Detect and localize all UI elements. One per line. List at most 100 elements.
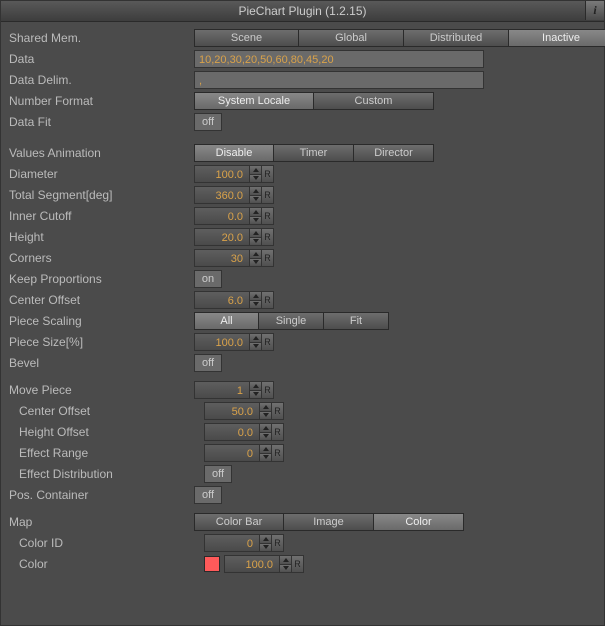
piece-scaling-single[interactable]: Single — [259, 312, 324, 330]
shared-mem-distributed[interactable]: Distributed — [404, 29, 509, 47]
mp-effect-range-input[interactable]: 0 — [204, 444, 260, 462]
mp-height-offset-reset[interactable]: R — [272, 423, 284, 441]
map-color[interactable]: Color — [374, 513, 464, 531]
data-fit-label: Data Fit — [9, 115, 194, 129]
up-arrow-icon[interactable] — [250, 382, 261, 391]
data-input[interactable]: 10,20,30,20,50,60,80,45,20 — [194, 50, 484, 68]
up-arrow-icon[interactable] — [250, 292, 261, 301]
bevel-toggle[interactable]: off — [194, 354, 222, 372]
up-arrow-icon[interactable] — [250, 334, 261, 343]
down-arrow-icon[interactable] — [250, 343, 261, 351]
inner-cutoff-spinner[interactable] — [250, 207, 262, 225]
number-format-label: Number Format — [9, 94, 194, 108]
diameter-spinner[interactable] — [250, 165, 262, 183]
corners-spinner[interactable] — [250, 249, 262, 267]
down-arrow-icon[interactable] — [250, 175, 261, 183]
up-arrow-icon[interactable] — [260, 403, 271, 412]
down-arrow-icon[interactable] — [260, 433, 271, 441]
corners-input[interactable]: 30 — [194, 249, 250, 267]
height-label: Height — [9, 230, 194, 244]
piece-size-input[interactable]: 100.0 — [194, 333, 250, 351]
center-offset-input[interactable]: 6.0 — [194, 291, 250, 309]
color-id-input[interactable]: 0 — [204, 534, 260, 552]
mp-center-offset-input[interactable]: 50.0 — [204, 402, 260, 420]
down-arrow-icon[interactable] — [260, 544, 271, 552]
number-format-system[interactable]: System Locale — [194, 92, 314, 110]
move-piece-spinner[interactable] — [250, 381, 262, 399]
inner-cutoff-reset[interactable]: R — [262, 207, 274, 225]
shared-mem-global[interactable]: Global — [299, 29, 404, 47]
up-arrow-icon[interactable] — [250, 229, 261, 238]
diameter-reset[interactable]: R — [262, 165, 274, 183]
mp-center-offset-label: Center Offset — [9, 404, 204, 418]
map-colorbar[interactable]: Color Bar — [194, 513, 284, 531]
keep-proportions-label: Keep Proportions — [9, 272, 194, 286]
height-reset[interactable]: R — [262, 228, 274, 246]
down-arrow-icon[interactable] — [250, 238, 261, 246]
up-arrow-icon[interactable] — [250, 208, 261, 217]
keep-proportions-toggle[interactable]: on — [194, 270, 222, 288]
down-arrow-icon[interactable] — [260, 454, 271, 462]
total-segment-spinner[interactable] — [250, 186, 262, 204]
color-id-reset[interactable]: R — [272, 534, 284, 552]
piece-size-reset[interactable]: R — [262, 333, 274, 351]
shared-mem-scene[interactable]: Scene — [194, 29, 299, 47]
move-piece-reset[interactable]: R — [262, 381, 274, 399]
mp-effect-range-reset[interactable]: R — [272, 444, 284, 462]
up-arrow-icon[interactable] — [260, 445, 271, 454]
up-arrow-icon[interactable] — [250, 166, 261, 175]
mp-center-offset-reset[interactable]: R — [272, 402, 284, 420]
height-spinner[interactable] — [250, 228, 262, 246]
down-arrow-icon[interactable] — [260, 412, 271, 420]
values-anim-disable[interactable]: Disable — [194, 144, 274, 162]
height-input[interactable]: 20.0 — [194, 228, 250, 246]
center-offset-label: Center Offset — [9, 293, 194, 307]
color-id-label: Color ID — [9, 536, 204, 550]
up-arrow-icon[interactable] — [260, 535, 271, 544]
corners-reset[interactable]: R — [262, 249, 274, 267]
down-arrow-icon[interactable] — [250, 259, 261, 267]
piece-scaling-fit[interactable]: Fit — [324, 312, 389, 330]
down-arrow-icon[interactable] — [250, 391, 261, 399]
diameter-input[interactable]: 100.0 — [194, 165, 250, 183]
up-arrow-icon[interactable] — [250, 250, 261, 259]
shared-mem-label: Shared Mem. — [9, 31, 194, 45]
data-delim-input[interactable]: , — [194, 71, 484, 89]
center-offset-reset[interactable]: R — [262, 291, 274, 309]
mp-effect-range-spinner[interactable] — [260, 444, 272, 462]
color-reset[interactable]: R — [292, 555, 304, 573]
down-arrow-icon[interactable] — [280, 565, 291, 573]
corners-label: Corners — [9, 251, 194, 265]
info-button[interactable]: i — [585, 1, 604, 20]
data-fit-toggle[interactable]: off — [194, 113, 222, 131]
values-anim-timer[interactable]: Timer — [274, 144, 354, 162]
up-arrow-icon[interactable] — [250, 187, 261, 196]
pos-container-toggle[interactable]: off — [194, 486, 222, 504]
number-format-custom[interactable]: Custom — [314, 92, 434, 110]
color-spinner[interactable] — [280, 555, 292, 573]
down-arrow-icon[interactable] — [250, 196, 261, 204]
piece-size-spinner[interactable] — [250, 333, 262, 351]
move-piece-input[interactable]: 1 — [194, 381, 250, 399]
mp-height-offset-input[interactable]: 0.0 — [204, 423, 260, 441]
center-offset-spinner[interactable] — [250, 291, 262, 309]
up-arrow-icon[interactable] — [260, 424, 271, 433]
total-segment-input[interactable]: 360.0 — [194, 186, 250, 204]
inner-cutoff-input[interactable]: 0.0 — [194, 207, 250, 225]
map-label: Map — [9, 515, 194, 529]
down-arrow-icon[interactable] — [250, 301, 261, 309]
shared-mem-inactive[interactable]: Inactive — [509, 29, 605, 47]
mp-center-offset-spinner[interactable] — [260, 402, 272, 420]
down-arrow-icon[interactable] — [250, 217, 261, 225]
values-anim-director[interactable]: Director — [354, 144, 434, 162]
data-label: Data — [9, 52, 194, 66]
piece-scaling-all[interactable]: All — [194, 312, 259, 330]
color-swatch[interactable] — [204, 556, 220, 572]
total-segment-reset[interactable]: R — [262, 186, 274, 204]
color-input[interactable]: 100.0 — [224, 555, 280, 573]
color-id-spinner[interactable] — [260, 534, 272, 552]
mp-height-offset-spinner[interactable] — [260, 423, 272, 441]
map-image[interactable]: Image — [284, 513, 374, 531]
up-arrow-icon[interactable] — [280, 556, 291, 565]
mp-effect-dist-toggle[interactable]: off — [204, 465, 232, 483]
